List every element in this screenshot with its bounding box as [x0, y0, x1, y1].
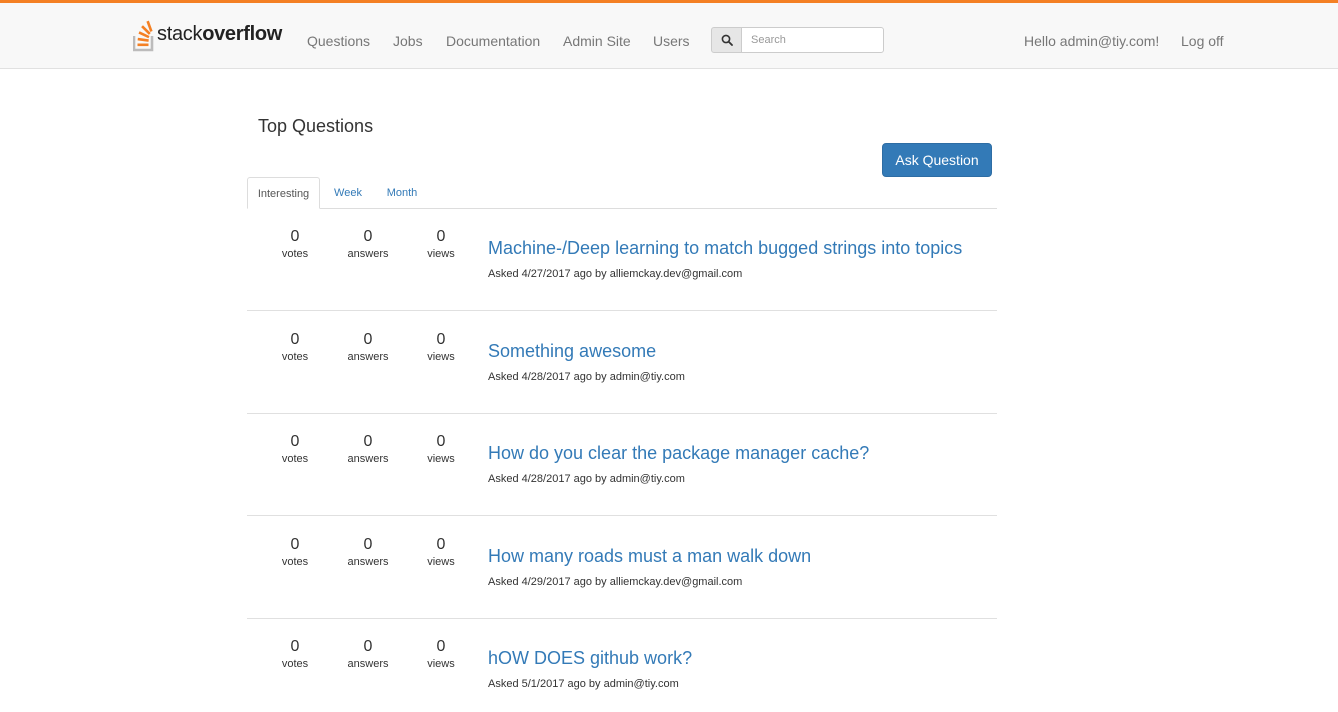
votes-count: 0 [290, 433, 300, 450]
answers-stat: 0 answers [338, 432, 398, 466]
answers-stat: 0 answers [338, 227, 398, 261]
answers-count: 0 [363, 638, 373, 655]
votes-count: 0 [290, 638, 300, 655]
answers-label: answers [347, 453, 389, 465]
question-title-link[interactable]: How many roads must a man walk down [488, 545, 811, 567]
nav-documentation[interactable]: Documentation [446, 31, 540, 51]
question-row: 0 votes 0 answers 0 views How many roads must … [247, 517, 997, 619]
votes-stat: 0 votes [265, 330, 325, 364]
question-title-link[interactable]: Something awesome [488, 340, 656, 362]
votes-label: votes [281, 351, 309, 363]
votes-label: votes [281, 453, 309, 465]
votes-label: votes [281, 556, 309, 568]
votes-label: votes [281, 248, 309, 260]
answers-count: 0 [363, 536, 373, 553]
views-label: views [427, 248, 455, 260]
user-greeting-link[interactable]: Hello admin@tiy.com! [1024, 31, 1159, 51]
question-meta: Asked 4/28/2017 ago by admin@tiy.com [488, 371, 685, 383]
views-count: 0 [436, 638, 446, 655]
question-meta: Asked 5/1/2017 ago by admin@tiy.com [488, 678, 679, 690]
tab-month[interactable]: Month [377, 177, 427, 209]
tab-interesting[interactable]: Interesting [247, 177, 320, 209]
stack-logo-icon [133, 20, 154, 52]
question-meta: Asked 4/27/2017 ago by alliemckay.dev@gm… [488, 268, 743, 280]
views-stat: 0 views [411, 535, 471, 569]
answers-count: 0 [363, 433, 373, 450]
search-input[interactable] [741, 27, 884, 53]
answers-stat: 0 answers [338, 535, 398, 569]
brand-wordmark: stackoverflow [157, 22, 283, 45]
question-row: 0 votes 0 answers 0 views hOW DOES github work… [247, 619, 997, 712]
votes-stat: 0 votes [265, 637, 325, 671]
answers-label: answers [347, 556, 389, 568]
nav-jobs[interactable]: Jobs [393, 31, 423, 51]
nav-users[interactable]: Users [653, 31, 690, 51]
views-stat: 0 views [411, 330, 471, 364]
answers-label: answers [347, 248, 389, 260]
stackoverflow-logo[interactable]: stackoverflow [133, 16, 282, 52]
views-label: views [427, 351, 455, 363]
top-navbar: stackoverflow Questions Jobs Documentati… [0, 0, 1338, 69]
views-stat: 0 views [411, 637, 471, 671]
answers-label: answers [347, 658, 389, 670]
views-count: 0 [436, 228, 446, 245]
question-row: 0 votes 0 answers 0 views Something awesome Ask… [247, 312, 997, 414]
votes-stat: 0 votes [265, 227, 325, 261]
views-label: views [427, 556, 455, 568]
views-label: views [427, 658, 455, 670]
page-title: Top Questions [258, 116, 374, 136]
question-row: 0 votes 0 answers 0 views How do you clear the… [247, 414, 997, 516]
views-count: 0 [436, 536, 446, 553]
answers-label: answers [347, 351, 389, 363]
votes-count: 0 [290, 536, 300, 553]
views-label: views [427, 453, 455, 465]
question-row: 0 votes 0 answers 0 views Machine-/Deep learni… [247, 209, 997, 311]
votes-count: 0 [290, 331, 300, 348]
logoff-link[interactable]: Log off [1181, 31, 1224, 51]
question-title-link[interactable]: Machine-/Deep learning to match bugged s… [488, 237, 962, 259]
views-stat: 0 views [411, 432, 471, 466]
tab-week[interactable]: Week [326, 177, 370, 209]
views-stat: 0 views [411, 227, 471, 261]
search-button[interactable] [711, 27, 742, 53]
question-meta: Asked 4/28/2017 ago by admin@tiy.com [488, 473, 685, 485]
votes-stat: 0 votes [265, 535, 325, 569]
views-count: 0 [436, 433, 446, 450]
votes-count: 0 [290, 228, 300, 245]
nav-questions[interactable]: Questions [307, 31, 370, 51]
search-icon [721, 34, 733, 46]
votes-stat: 0 votes [265, 432, 325, 466]
answers-count: 0 [363, 331, 373, 348]
answers-count: 0 [363, 228, 373, 245]
question-meta: Asked 4/29/2017 ago by alliemckay.dev@gm… [488, 576, 743, 588]
answers-stat: 0 answers [338, 637, 398, 671]
votes-label: votes [281, 658, 309, 670]
ask-question-button[interactable]: Ask Question [882, 143, 992, 177]
views-count: 0 [436, 331, 446, 348]
answers-stat: 0 answers [338, 330, 398, 364]
question-title-link[interactable]: How do you clear the package manager cac… [488, 442, 869, 464]
nav-admin-site[interactable]: Admin Site [563, 31, 631, 51]
question-title-link[interactable]: hOW DOES github work? [488, 647, 692, 669]
